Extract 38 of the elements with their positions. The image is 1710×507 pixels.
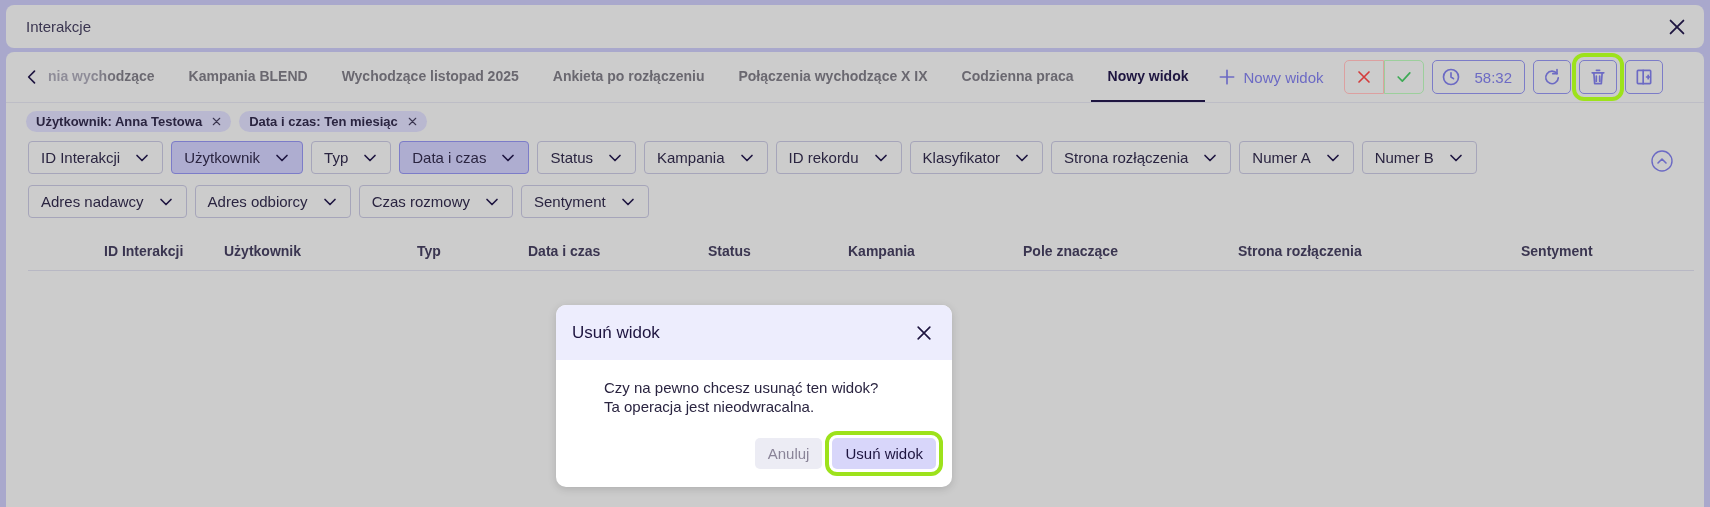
filter-dropdown[interactable]: ID Interakcji: [28, 141, 164, 174]
filter-dropdown[interactable]: Numer A: [1239, 141, 1354, 174]
cancel-button[interactable]: [1343, 60, 1384, 94]
column-header: Typ: [417, 243, 442, 259]
filter-dropdown[interactable]: Status: [537, 141, 636, 174]
chevron-up-circle-icon: [1650, 149, 1674, 173]
column-header: Sentyment: [1521, 243, 1594, 259]
column-header: Status: [708, 243, 752, 259]
add-panel-button[interactable]: [1625, 60, 1664, 94]
filter-dropdown[interactable]: Data i czas: [399, 141, 530, 174]
filter-dropdown[interactable]: Adres nadawcy: [28, 185, 187, 218]
dialog-title: Usuń widok: [572, 322, 660, 343]
refresh-button[interactable]: [1533, 60, 1572, 94]
filter-dropdown[interactable]: Adres odbiorcy: [194, 185, 351, 218]
filter-dropdown[interactable]: ID rekordu: [775, 141, 902, 174]
chip-label: Data i czas: Ten miesiąc: [249, 114, 398, 129]
filter-dropdown[interactable]: Kampania: [644, 141, 768, 174]
tab[interactable]: Nowy widok: [1090, 52, 1206, 102]
column-header: Użytkownik: [224, 243, 302, 259]
panel-add-icon: [1634, 67, 1655, 87]
column-header: ID Interakcji: [104, 243, 185, 259]
dialog-message: Czy na pewno chcesz usunąć ten widok?: [604, 378, 880, 397]
clock-icon: [1440, 67, 1461, 87]
collapse-button[interactable]: [1650, 149, 1674, 173]
filter-dropdown[interactable]: Czas rozmowy: [358, 185, 513, 218]
column-header: Pole znaczące: [1023, 243, 1119, 259]
column-header: Kampania: [848, 243, 916, 259]
column-header: Strona rozłączenia: [1238, 243, 1363, 259]
filter-dropdown[interactable]: Klasyfikator: [909, 141, 1044, 174]
filter-dropdown[interactable]: Numer B: [1361, 141, 1477, 174]
window-title: Interakcje: [26, 18, 92, 35]
dialog-message: Ta operacja jest nieodwracalna.: [604, 397, 816, 416]
filter-dropdown[interactable]: Użytkownik: [171, 141, 304, 174]
filter-dropdown[interactable]: Strona rozłączenia: [1051, 141, 1232, 174]
filter-dropdown[interactable]: Sentyment: [521, 185, 649, 218]
column-header: Data i czas: [528, 243, 602, 259]
filter-dropdown[interactable]: Typ: [311, 141, 392, 174]
chip-label: Użytkownik: Anna Testowa: [36, 114, 203, 129]
